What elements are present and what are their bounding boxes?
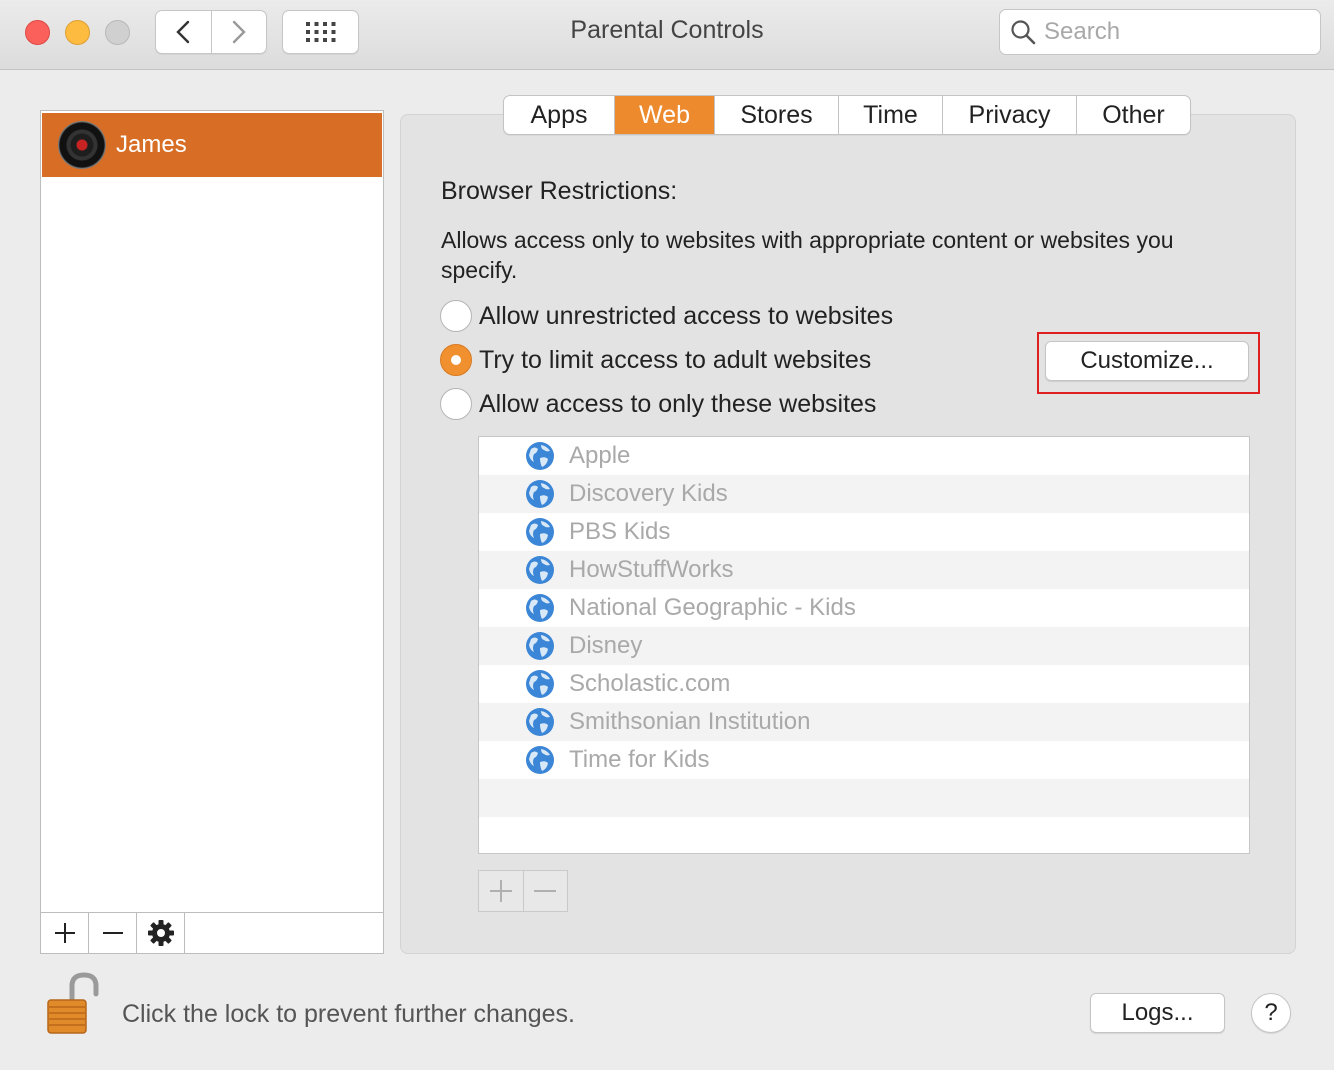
remove-user-button[interactable] — [89, 913, 137, 953]
tab-time[interactable]: Time — [838, 96, 942, 134]
tab-stores[interactable]: Stores — [714, 96, 838, 134]
list-item[interactable]: HowStuffWorks — [479, 551, 1249, 589]
add-website-button[interactable] — [479, 871, 523, 911]
logs-button[interactable]: Logs... — [1090, 993, 1225, 1033]
user-list: James — [40, 110, 384, 954]
lock-button[interactable] — [46, 972, 102, 1041]
avatar — [58, 121, 106, 169]
option-only-these[interactable]: Allow access to only these websites — [440, 388, 876, 420]
globe-icon — [526, 594, 554, 622]
tab-bar: Apps Web Stores Time Privacy Other — [503, 95, 1191, 135]
list-item[interactable]: PBS Kids — [479, 513, 1249, 551]
radio-limit-adult[interactable] — [440, 344, 472, 376]
user-list-toolbar — [41, 912, 383, 953]
globe-icon — [526, 670, 554, 698]
plus-icon — [54, 923, 75, 943]
user-row-james[interactable]: James — [42, 113, 382, 177]
tab-privacy[interactable]: Privacy — [942, 96, 1076, 134]
list-item[interactable]: Time for Kids — [479, 741, 1249, 779]
lock-status-text: Click the lock to prevent further change… — [122, 1000, 576, 1028]
user-actions-button[interactable] — [137, 913, 185, 953]
plus-icon — [489, 880, 512, 902]
list-item[interactable]: Discovery Kids — [479, 475, 1249, 513]
website-list-toolbar — [478, 870, 568, 912]
remove-website-button[interactable] — [522, 871, 568, 911]
globe-icon — [526, 480, 554, 508]
gear-icon — [147, 920, 174, 946]
search-box[interactable] — [999, 9, 1321, 55]
empty-row — [479, 779, 1249, 817]
globe-icon — [526, 518, 554, 546]
browser-restrictions-heading: Browser Restrictions: — [441, 177, 678, 205]
list-item[interactable]: National Geographic - Kids — [479, 589, 1249, 627]
unlocked-padlock-icon — [47, 972, 99, 1034]
tab-web[interactable]: Web — [614, 96, 714, 134]
radio-label: Try to limit access to adult websites — [479, 345, 872, 374]
minus-icon — [102, 932, 123, 934]
add-user-button[interactable] — [41, 913, 89, 953]
radio-unrestricted[interactable] — [440, 300, 472, 332]
tab-apps[interactable]: Apps — [504, 96, 614, 134]
allowed-websites-list[interactable]: Apple Discovery Kids PBS Kids HowStuffWo… — [478, 436, 1250, 854]
search-input[interactable] — [1044, 18, 1304, 46]
help-button[interactable]: ? — [1251, 993, 1291, 1033]
radio-label: Allow access to only these websites — [479, 389, 877, 418]
list-item[interactable]: Smithsonian Institution — [479, 703, 1249, 741]
globe-icon — [526, 442, 554, 470]
title-bar: Parental Controls — [0, 0, 1334, 70]
radio-only-these[interactable] — [440, 388, 472, 420]
list-item[interactable]: Apple — [479, 437, 1249, 475]
globe-icon — [526, 708, 554, 736]
option-limit-adult[interactable]: Try to limit access to adult websites — [440, 344, 871, 376]
minus-icon — [534, 890, 557, 892]
user-name: James — [116, 131, 187, 158]
globe-icon — [526, 632, 554, 660]
list-item[interactable]: Disney — [479, 627, 1249, 665]
radio-label: Allow unrestricted access to websites — [479, 301, 894, 330]
customize-button[interactable]: Customize... — [1045, 341, 1249, 381]
globe-icon — [526, 746, 554, 774]
search-icon — [1011, 20, 1036, 45]
tab-other[interactable]: Other — [1076, 96, 1190, 134]
option-unrestricted[interactable]: Allow unrestricted access to websites — [440, 300, 893, 332]
globe-icon — [526, 556, 554, 584]
browser-restrictions-description: Allows access only to websites with appr… — [441, 227, 1174, 283]
list-item[interactable]: Scholastic.com — [479, 665, 1249, 703]
